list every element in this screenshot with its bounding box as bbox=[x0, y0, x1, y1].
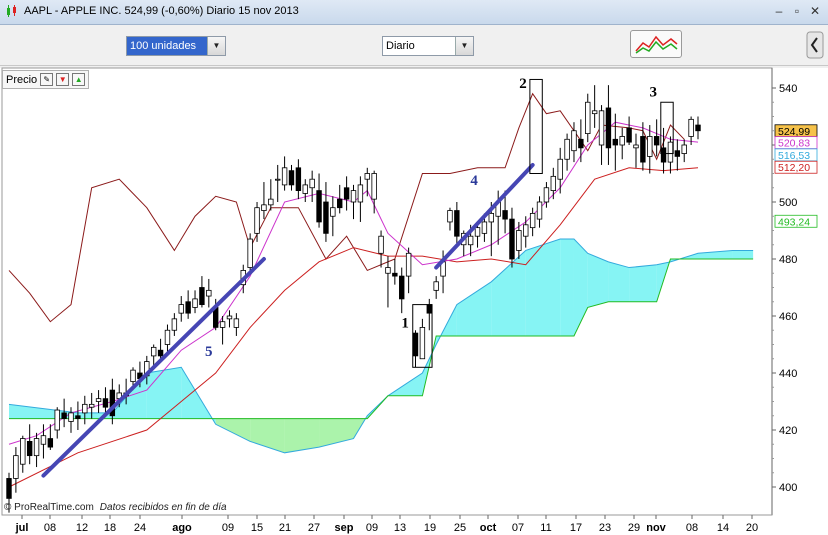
add-up-icon[interactable]: ▲ bbox=[72, 73, 86, 86]
period-select[interactable]: Diario ▼ bbox=[382, 36, 474, 56]
panel-label: Precio bbox=[6, 73, 38, 86]
chart-window: AAPL - APPLE INC. 524,99 (-0,60%) Diario… bbox=[0, 0, 828, 535]
wrench-icon[interactable]: ✎ bbox=[40, 73, 54, 86]
chart-area bbox=[0, 68, 828, 535]
footer-source: © ProRealTime.com bbox=[4, 502, 94, 513]
indicators-icon bbox=[635, 35, 678, 54]
indicators-button[interactable] bbox=[630, 30, 682, 58]
window-title: AAPL - APPLE INC. 524,99 (-0,60%) Diario… bbox=[24, 5, 299, 17]
units-select[interactable]: 100 unidades ▼ bbox=[126, 36, 226, 56]
maximize-icon[interactable]: ▫ bbox=[790, 4, 804, 18]
price-panel-header: Precio ✎ ▼ ▲ bbox=[2, 70, 90, 89]
chevron-down-icon[interactable]: ▼ bbox=[455, 37, 473, 55]
footer-credits: © ProRealTime.com Datos recibidos en fin … bbox=[4, 502, 227, 513]
units-select-value: 100 unidades bbox=[127, 37, 210, 55]
footer-note: Datos recibidos en fin de día bbox=[99, 502, 227, 513]
title-bar: AAPL - APPLE INC. 524,99 (-0,60%) Diario… bbox=[0, 0, 828, 25]
minimize-icon[interactable]: – bbox=[772, 4, 786, 18]
toolbar: 100 unidades ▼ Diario ▼ bbox=[0, 25, 828, 66]
chevron-down-icon[interactable]: ▼ bbox=[207, 37, 225, 55]
remove-down-icon[interactable]: ▼ bbox=[56, 73, 70, 86]
panel-toggle-icon[interactable] bbox=[806, 31, 824, 59]
close-icon[interactable]: ✕ bbox=[808, 4, 822, 18]
candlestick-app-icon bbox=[7, 5, 16, 17]
period-select-value: Diario bbox=[386, 40, 415, 52]
